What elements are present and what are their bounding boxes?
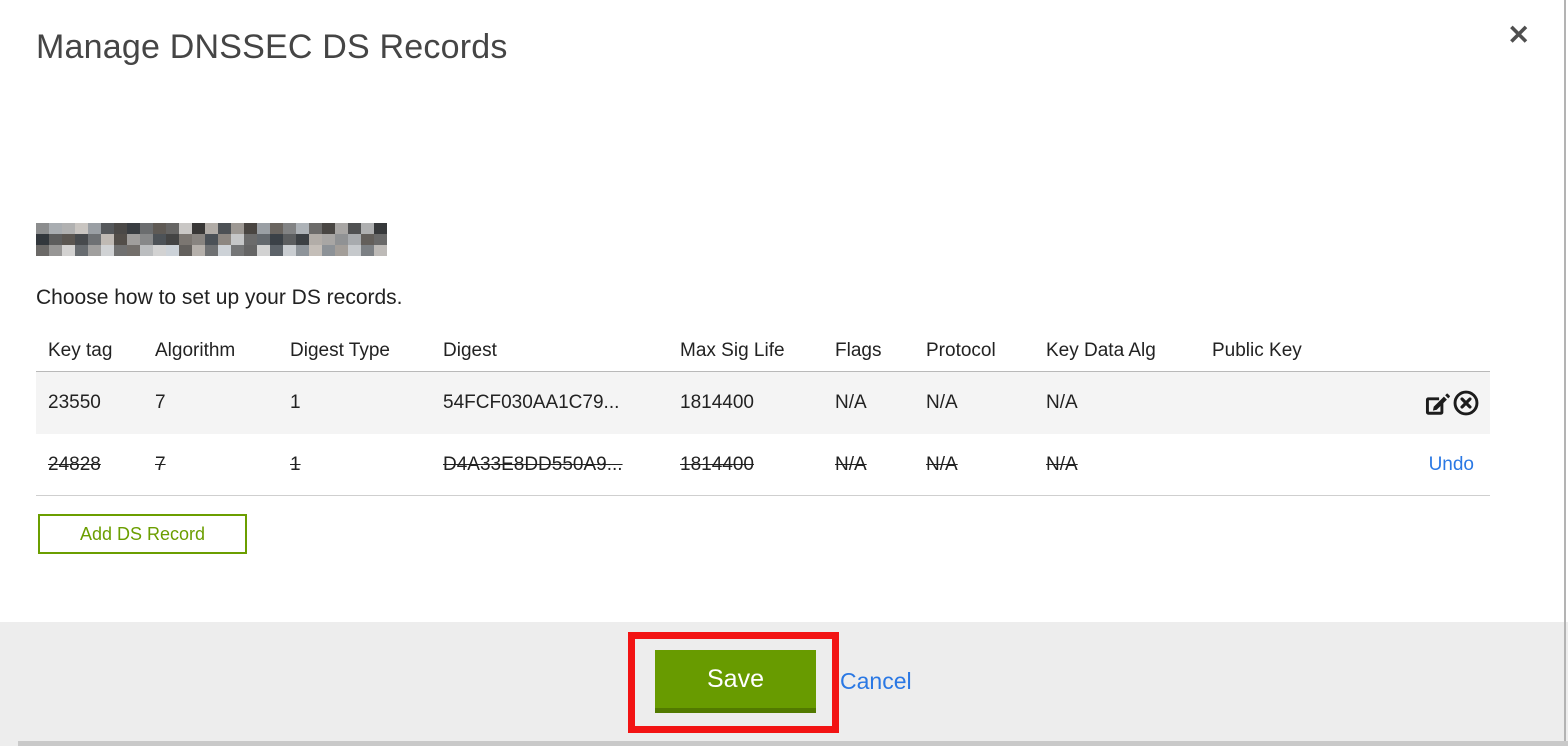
window-right-edge (1564, 0, 1566, 746)
table-row: 23550 7 1 54FCF030AA1C79... 1814400 N/A … (36, 372, 1490, 434)
cell-key-data-alg: N/A (1046, 453, 1078, 475)
cell-algorithm: 7 (155, 453, 166, 475)
cancel-link[interactable]: Cancel (840, 668, 912, 695)
cell-digest: 54FCF030AA1C79... (443, 392, 620, 413)
undo-link[interactable]: Undo (1429, 454, 1480, 476)
col-header-digest-type: Digest Type (290, 340, 390, 361)
cell-key-tag: 23550 (48, 392, 101, 413)
col-header-protocol: Protocol (926, 340, 996, 361)
window-bottom-edge (18, 741, 1568, 746)
cell-protocol: N/A (926, 453, 958, 475)
save-button[interactable]: Save (655, 650, 816, 713)
col-header-digest: Digest (443, 340, 497, 361)
col-header-key-data-alg: Key Data Alg (1046, 340, 1156, 361)
edit-record-icon[interactable] (1422, 389, 1451, 418)
subtitle-text: Choose how to set up your DS records. (36, 286, 403, 309)
cell-flags: N/A (835, 453, 867, 475)
redacted-domain-name (36, 223, 387, 256)
cell-flags: N/A (835, 392, 867, 413)
row-actions: Undo (1332, 454, 1490, 476)
close-icon[interactable]: ✕ (1507, 22, 1530, 49)
cell-max-sig-life: 1814400 (680, 453, 754, 475)
page-title: Manage DNSSEC DS Records (36, 28, 508, 66)
cell-digest-type: 1 (290, 453, 301, 475)
col-header-public-key: Public Key (1212, 340, 1302, 361)
table-header-row: Key tag Algorithm Digest Type Digest Max… (36, 331, 1490, 372)
table-row-deleted: 24828 7 1 D4A33E8DD550A9... 1814400 N/A … (36, 434, 1490, 496)
col-header-key-tag: Key tag (48, 340, 113, 361)
col-header-algorithm: Algorithm (155, 340, 236, 361)
delete-record-icon[interactable] (1451, 389, 1480, 418)
cell-algorithm: 7 (155, 392, 166, 413)
add-ds-record-button[interactable]: Add DS Record (38, 514, 247, 554)
ds-records-table: Key tag Algorithm Digest Type Digest Max… (36, 331, 1490, 496)
cell-max-sig-life: 1814400 (680, 392, 754, 413)
cell-digest: D4A33E8DD550A9... (443, 453, 623, 475)
row-actions (1332, 389, 1490, 418)
cell-protocol: N/A (926, 392, 958, 413)
col-header-flags: Flags (835, 340, 882, 361)
cell-key-data-alg: N/A (1046, 392, 1078, 413)
manage-dnssec-modal: Manage DNSSEC DS Records ✕ Choose how to… (0, 0, 1568, 746)
cell-digest-type: 1 (290, 392, 301, 413)
cell-key-tag: 24828 (48, 453, 101, 475)
col-header-max-sig-life: Max Sig Life (680, 340, 785, 361)
